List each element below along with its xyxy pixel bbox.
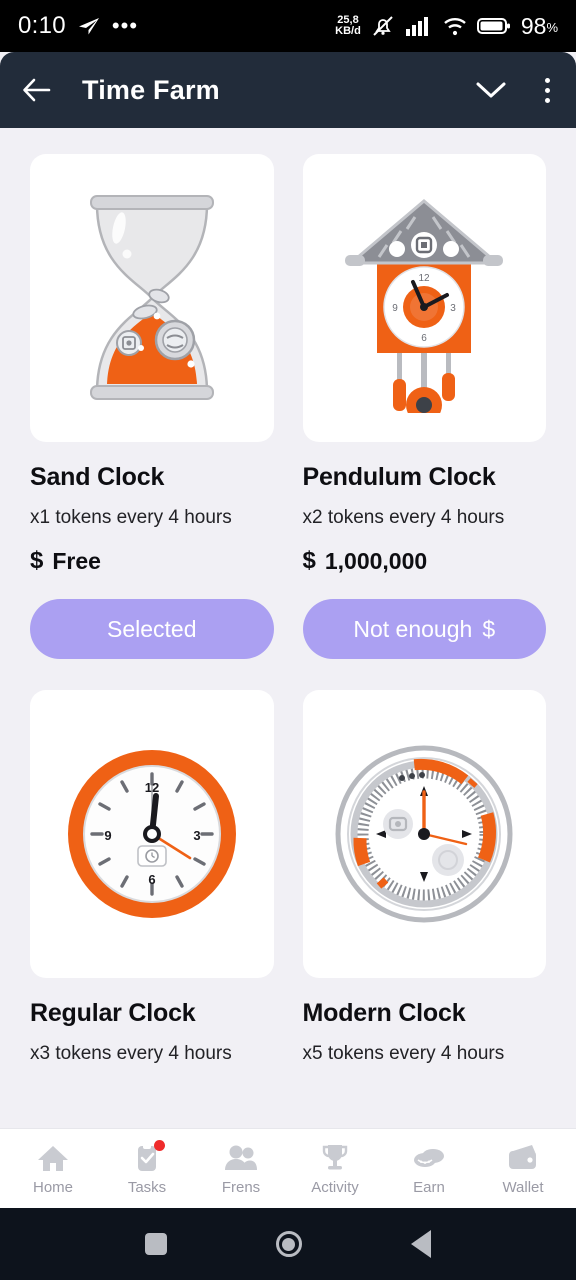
bottom-navigation: Home Tasks Frens Activity Earn Wallet bbox=[0, 1128, 576, 1208]
clock-rate: x2 tokens every 4 hours bbox=[302, 507, 505, 528]
network-speed-unit: KB/d bbox=[335, 25, 361, 37]
page-title: Time Farm bbox=[82, 74, 220, 105]
clock-price: $ Free bbox=[30, 547, 274, 575]
clock-rate: x5 tokens every 4 hours bbox=[302, 1043, 505, 1064]
shop-content: Sand Clock x1 tokens every 4 hours $ Fre… bbox=[0, 128, 576, 1280]
clock-cta-label: Not enough bbox=[353, 615, 473, 642]
nav-item-tasks[interactable]: Tasks bbox=[107, 1139, 187, 1196]
wifi-icon bbox=[444, 18, 466, 36]
nav-label: Wallet bbox=[502, 1178, 544, 1196]
nav-label: Activity bbox=[311, 1178, 359, 1196]
back-triangle-icon[interactable] bbox=[411, 1230, 432, 1258]
android-navigation-bar bbox=[0, 1208, 576, 1280]
cuckoo-clock-icon: 12 3 6 9 bbox=[345, 199, 504, 413]
phone-screen: 0:10 ••• 25,8 KB/d 98% Time Farm Sand Cl… bbox=[0, 0, 576, 1280]
clock-cta-label: Selected bbox=[106, 615, 197, 642]
clock-name: Sand Clock bbox=[30, 463, 165, 491]
status-bar-right: 25,8 KB/d 98% bbox=[335, 13, 558, 40]
clock-art-card[interactable]: 12 3 6 9 bbox=[30, 690, 274, 978]
hourglass-icon bbox=[89, 195, 214, 400]
modern-clock-icon bbox=[335, 745, 513, 923]
clock-art-card[interactable]: 12 3 6 9 bbox=[302, 154, 546, 442]
battery-icon bbox=[476, 18, 510, 34]
svg-text:3: 3 bbox=[193, 828, 200, 843]
app-bar-actions bbox=[475, 74, 554, 107]
clock-cta-button[interactable]: Not enough $ bbox=[302, 599, 546, 659]
nav-label: Earn bbox=[413, 1178, 445, 1196]
nav-item-wallet[interactable]: Wallet bbox=[483, 1142, 563, 1196]
svg-text:6: 6 bbox=[421, 333, 427, 344]
clock-name: Modern Clock bbox=[302, 999, 466, 1027]
clock-rate: x1 tokens every 4 hours bbox=[30, 507, 232, 528]
wallet-icon bbox=[506, 1142, 540, 1174]
wall-clock-icon: 12 3 6 9 bbox=[67, 750, 236, 918]
clock-price: $ 1,000,000 bbox=[303, 547, 547, 575]
svg-text:6: 6 bbox=[148, 872, 155, 887]
status-bar: 0:10 ••• 25,8 KB/d 98% bbox=[0, 0, 576, 52]
nav-item-home[interactable]: Home bbox=[13, 1142, 93, 1196]
clock-card-modern[interactable]: Modern Clock x5 tokens every 4 hours bbox=[302, 690, 546, 1065]
battery-percent: 98% bbox=[520, 12, 558, 39]
clock-card-sand[interactable]: Sand Clock x1 tokens every 4 hours $ Fre… bbox=[30, 154, 274, 659]
clock-name: Pendulum Clock bbox=[302, 463, 496, 491]
app-bar: Time Farm bbox=[0, 52, 576, 128]
clock-grid: Sand Clock x1 tokens every 4 hours $ Fre… bbox=[30, 154, 546, 1065]
svg-text:3: 3 bbox=[450, 303, 456, 314]
status-time: 0:10 bbox=[18, 12, 66, 39]
nav-item-activity[interactable]: Activity bbox=[295, 1142, 375, 1196]
kebab-menu-icon[interactable] bbox=[541, 74, 554, 107]
nav-label: Home bbox=[32, 1178, 73, 1196]
clock-price-value: 1,000,000 bbox=[324, 547, 428, 574]
chevron-down-icon[interactable] bbox=[475, 80, 507, 100]
coins-icon bbox=[412, 1142, 446, 1174]
telegram-send-icon bbox=[78, 18, 99, 35]
clock-card-pendulum[interactable]: 12 3 6 9 Pendulum Clock x2 tokens every … bbox=[302, 154, 547, 659]
clock-art-card[interactable] bbox=[302, 690, 546, 978]
recents-square-icon[interactable] bbox=[144, 1233, 167, 1255]
nav-label: Frens bbox=[221, 1178, 261, 1196]
clock-cta-dollar-icon: $ bbox=[482, 615, 496, 642]
network-speed: 25,8 KB/d bbox=[335, 15, 361, 37]
bell-muted-icon bbox=[373, 16, 393, 36]
clock-name: Regular Clock bbox=[30, 999, 196, 1027]
home-icon bbox=[36, 1142, 70, 1174]
status-overflow-icon: ••• bbox=[111, 13, 139, 38]
clock-art-card[interactable] bbox=[30, 154, 274, 442]
nav-item-frens[interactable]: Frens bbox=[201, 1142, 281, 1196]
grid-row-spacer bbox=[303, 659, 547, 690]
tasks-icon bbox=[130, 1139, 165, 1174]
nav-label: Tasks bbox=[127, 1178, 167, 1196]
grid-row-spacer bbox=[30, 659, 274, 690]
nav-item-earn[interactable]: Earn bbox=[389, 1142, 469, 1196]
dollar-icon: $ bbox=[30, 547, 44, 574]
back-arrow-icon[interactable] bbox=[22, 77, 52, 103]
dollar-icon: $ bbox=[302, 547, 316, 574]
svg-text:9: 9 bbox=[104, 828, 111, 843]
svg-text:12: 12 bbox=[419, 273, 431, 284]
trophy-icon bbox=[318, 1142, 352, 1174]
clock-card-regular[interactable]: 12 3 6 9 Regular Clock x3 tokens every 4… bbox=[30, 690, 274, 1065]
tasks-badge bbox=[154, 1139, 165, 1151]
clock-rate: x3 tokens every 4 hours bbox=[30, 1043, 232, 1064]
status-bar-left: 0:10 ••• bbox=[18, 12, 138, 40]
home-circle-icon[interactable] bbox=[275, 1231, 302, 1257]
signal-bars-icon bbox=[405, 17, 428, 36]
clock-cta-button[interactable]: Selected bbox=[30, 599, 274, 659]
frens-icon bbox=[224, 1142, 258, 1174]
clock-price-value: Free bbox=[52, 547, 101, 574]
svg-text:9: 9 bbox=[392, 303, 398, 314]
